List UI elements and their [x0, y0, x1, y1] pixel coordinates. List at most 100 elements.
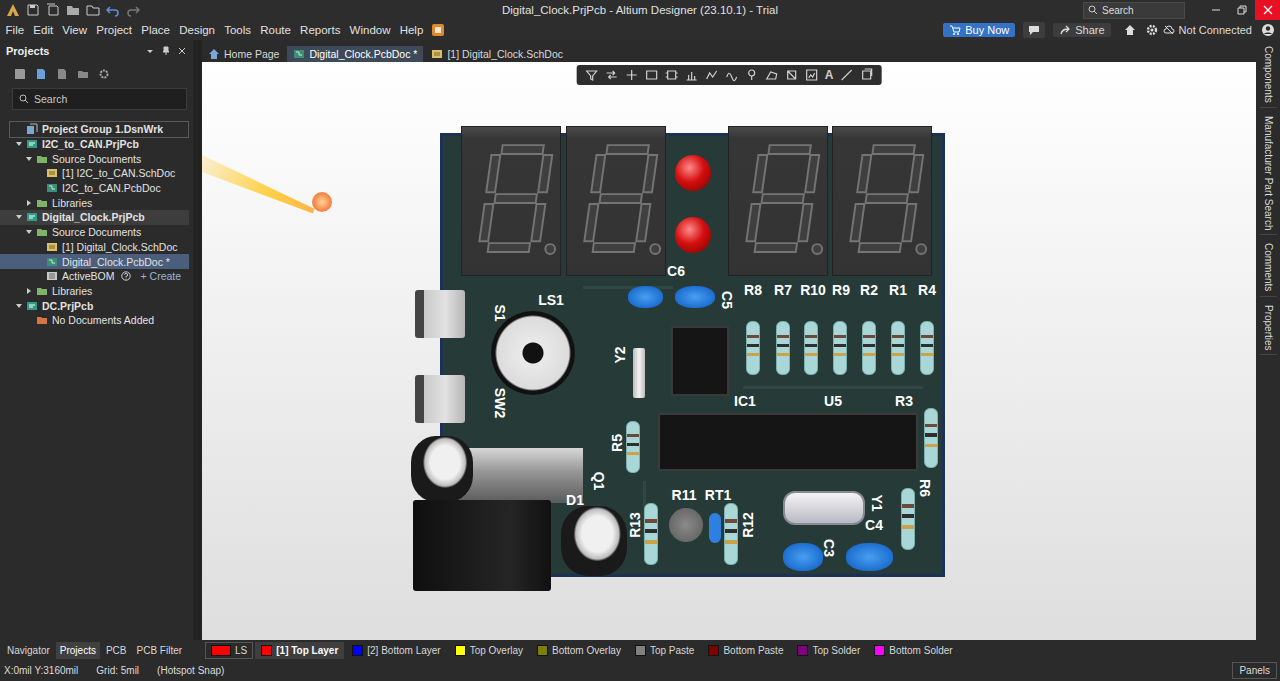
square-icon[interactable]	[785, 68, 799, 82]
menu-item[interactable]: Design	[175, 24, 220, 36]
tree-item[interactable]: Project Group 1.DsnWrk	[10, 122, 188, 137]
document-tab[interactable]: Home Page	[202, 46, 285, 62]
component-icon[interactable]	[665, 68, 679, 82]
tree-item[interactable]: [1] Digital_Clock.SchDoc	[0, 240, 189, 255]
push-button[interactable]	[415, 375, 465, 423]
crystal[interactable]	[783, 491, 865, 525]
resistor[interactable]	[924, 408, 938, 468]
menu-item[interactable]: Project	[92, 24, 137, 36]
altium-logo-icon[interactable]	[6, 3, 20, 17]
user-icon[interactable]	[1261, 23, 1275, 37]
layer-tab[interactable]: [1] Top Layer	[255, 642, 344, 659]
ceramic-capacitor[interactable]	[675, 286, 715, 308]
gear-icon[interactable]	[1146, 24, 1158, 36]
layer-tab[interactable]: Top Paste	[629, 642, 700, 659]
seven-segment-display[interactable]	[728, 126, 828, 276]
expander[interactable]	[24, 287, 34, 295]
layer-tab[interactable]: Bottom Solder	[868, 642, 958, 659]
arc-icon[interactable]	[705, 68, 719, 82]
ic-chip[interactable]	[671, 326, 729, 396]
electrolytic-capacitor[interactable]	[411, 436, 473, 502]
tree-item[interactable]: Source Documents	[0, 151, 189, 166]
panel-tab[interactable]: PCB Filter	[133, 642, 187, 659]
menu-item[interactable]: Tools	[220, 24, 256, 36]
share-button[interactable]: Share	[1053, 23, 1110, 37]
panels-button[interactable]: Panels	[1232, 662, 1277, 679]
side-panel-tab[interactable]: Components	[1260, 42, 1277, 108]
menu-item[interactable]: Help	[395, 24, 428, 36]
pcb-board[interactable]: LS1S1SW2Y2C6C5R8R7R10R9R2R1R4IC1U5R3R5Q1…	[440, 133, 945, 577]
tree-item[interactable]: Digital_Clock.PcbDoc *	[0, 254, 189, 269]
dc-jack[interactable]	[413, 500, 551, 591]
pcb-3d-canvas[interactable]: ALS1S1SW2Y2C6C5R8R7R10R9R2R1R4IC1U5R3R5Q…	[202, 62, 1256, 640]
resistor[interactable]	[644, 503, 658, 565]
project-search-field[interactable]: Search	[12, 88, 187, 110]
menu-item[interactable]: Place	[137, 24, 175, 36]
buy-now-button[interactable]: Buy Now	[943, 23, 1015, 37]
push-button[interactable]	[415, 290, 465, 338]
resistor[interactable]	[746, 321, 760, 375]
tree-item[interactable]: I2C_to_CAN.PcbDoc	[0, 181, 189, 196]
cross-icon[interactable]	[625, 68, 639, 82]
seven-segment-display[interactable]	[566, 126, 666, 276]
ceramic-capacitor[interactable]	[846, 543, 893, 571]
ic-chip[interactable]	[658, 413, 918, 471]
dropdown-icon[interactable]	[145, 46, 155, 56]
undo-icon[interactable]	[106, 3, 120, 17]
electrolytic-capacitor[interactable]	[561, 506, 627, 576]
resistor[interactable]	[776, 321, 790, 375]
expand-arrow-icon[interactable]	[25, 287, 33, 295]
layer-stack-icon[interactable]	[859, 68, 873, 82]
line-icon[interactable]	[839, 68, 853, 82]
menu-item[interactable]: Route	[256, 24, 296, 36]
home-icon[interactable]	[1124, 24, 1136, 36]
side-panel-tab[interactable]: Properties	[1260, 301, 1277, 356]
layer-tab[interactable]: Top Solder	[791, 642, 866, 659]
expand-arrow-icon[interactable]	[15, 302, 23, 310]
connection-status[interactable]: Not Connected	[1163, 24, 1252, 36]
panel-tab[interactable]: PCB	[102, 642, 131, 659]
folder-icon[interactable]	[86, 3, 100, 17]
layer-tab[interactable]: [2] Bottom Layer	[346, 642, 446, 659]
document-tab[interactable]: Digital_Clock.PcbDoc *	[287, 46, 423, 62]
save-icon[interactable]	[14, 68, 26, 80]
resistor[interactable]	[724, 503, 738, 565]
panel-tab[interactable]: Projects	[56, 642, 100, 659]
route-icon[interactable]	[605, 68, 619, 82]
ceramic-capacitor[interactable]	[783, 543, 823, 571]
bar-chart-icon[interactable]	[685, 68, 699, 82]
chat-button[interactable]	[1023, 22, 1045, 38]
layer-tab[interactable]: LS	[205, 642, 253, 659]
buzzer[interactable]	[491, 311, 575, 395]
menu-item[interactable]: View	[58, 24, 92, 36]
seven-segment-display[interactable]	[461, 126, 561, 276]
save-icon[interactable]	[26, 3, 40, 17]
compile-icon[interactable]	[35, 68, 47, 80]
menu-item[interactable]: Edit	[29, 24, 58, 36]
pin-icon[interactable]	[161, 46, 171, 56]
folder-icon[interactable]	[77, 68, 89, 80]
menu-item[interactable]: File	[1, 24, 29, 36]
resistor[interactable]	[891, 321, 905, 375]
tree-item[interactable]: [1] I2C_to_CAN.SchDoc	[0, 166, 189, 181]
seven-segment-display[interactable]	[832, 126, 932, 276]
expander[interactable]	[14, 213, 24, 221]
redo-icon[interactable]	[126, 3, 140, 17]
expander[interactable]	[24, 228, 34, 236]
resistor[interactable]	[804, 321, 818, 375]
expander[interactable]	[14, 302, 24, 310]
minimize-button[interactable]	[1203, 0, 1229, 20]
thermistor[interactable]	[709, 513, 721, 543]
expand-arrow-icon[interactable]	[25, 199, 33, 207]
layer-tab[interactable]: Top Overlay	[449, 642, 529, 659]
pin-icon[interactable]	[745, 68, 759, 82]
expander[interactable]	[24, 199, 34, 207]
close-button[interactable]	[1255, 0, 1280, 20]
tree-item[interactable]: ActiveBOM+ Create	[0, 269, 189, 284]
tree-item[interactable]: DC.PrjPcb	[0, 298, 189, 313]
layer-tab[interactable]: Bottom Paste	[702, 642, 789, 659]
tree-item[interactable]: I2C_to_CAN.PrjPcb	[0, 137, 189, 152]
open-folder-icon[interactable]	[66, 3, 80, 17]
expand-arrow-icon[interactable]	[25, 155, 33, 163]
expand-arrow-icon[interactable]	[15, 213, 23, 221]
